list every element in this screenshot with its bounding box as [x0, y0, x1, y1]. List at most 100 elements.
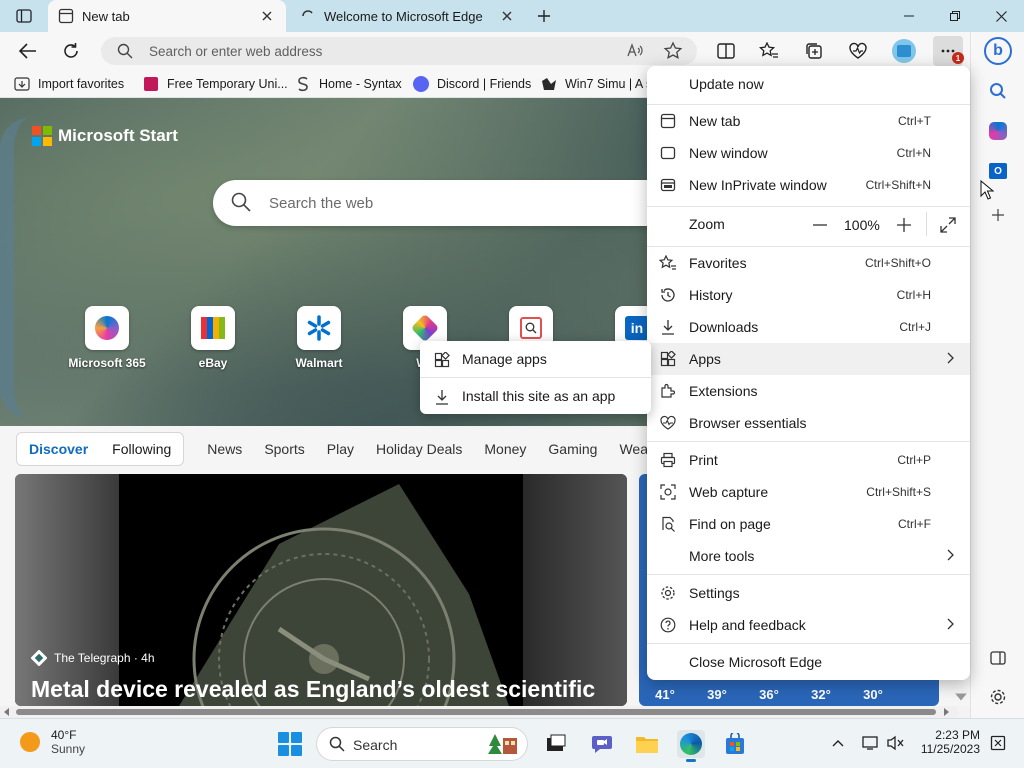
menu-print[interactable]: Print Ctrl+P — [647, 444, 970, 476]
sidebar-settings-button[interactable] — [983, 682, 1013, 712]
menu-downloads[interactable]: Downloads Ctrl+J — [647, 311, 970, 343]
tab-welcome-edge[interactable]: Welcome to Microsoft Edge — [290, 0, 526, 32]
restore-button[interactable] — [932, 0, 978, 32]
tab-gaming[interactable]: Gaming — [548, 441, 597, 457]
tab-close-button[interactable] — [498, 7, 516, 25]
refresh-button[interactable] — [56, 36, 86, 66]
tray-volume[interactable] — [886, 733, 906, 753]
submenu-manage-apps[interactable]: Manage apps — [420, 342, 651, 376]
syntax-icon — [295, 76, 311, 92]
taskbar-task-view[interactable] — [542, 730, 570, 758]
taskbar-weather[interactable]: 40°F Sunny — [20, 728, 85, 756]
tab-money[interactable]: Money — [484, 441, 526, 457]
store-icon — [726, 733, 744, 754]
menu-new-tab[interactable]: New tab Ctrl+T — [647, 105, 970, 137]
menu-history[interactable]: History Ctrl+H — [647, 279, 970, 311]
tray-network[interactable] — [861, 733, 881, 753]
fullscreen-button[interactable] — [937, 214, 959, 236]
favorite-free-temporary[interactable]: Free Temporary Uni... — [143, 74, 288, 94]
tile-microsoft-365[interactable]: Microsoft 365 — [67, 306, 147, 370]
tab-new-tab[interactable]: New tab — [48, 0, 286, 32]
chevron-right-icon — [947, 549, 954, 561]
star-add-icon[interactable] — [663, 41, 683, 61]
menu-favorites[interactable]: Favorites Ctrl+Shift+O — [647, 247, 970, 279]
menu-apps[interactable]: Apps — [647, 343, 970, 375]
menu-extensions[interactable]: Extensions — [647, 375, 970, 407]
split-screen-button[interactable] — [711, 36, 741, 66]
menu-help-and-feedback[interactable]: Help and feedback — [647, 609, 970, 641]
favorite-home-syntax[interactable]: Home - Syntax — [295, 74, 402, 94]
favorite-import[interactable]: Import favorites — [14, 74, 124, 94]
taskbar-chat[interactable] — [588, 730, 616, 758]
plus-icon — [992, 209, 1004, 221]
taskbar-search[interactable]: Search — [316, 727, 528, 761]
sidebar-hide-button[interactable] — [983, 643, 1013, 673]
minimize-button[interactable] — [886, 0, 932, 32]
tab-discover[interactable]: Discover — [17, 441, 100, 457]
tab-sports[interactable]: Sports — [264, 441, 304, 457]
avatar — [892, 39, 916, 63]
menu-settings[interactable]: Settings — [647, 577, 970, 609]
taskbar-clock[interactable]: 2:23 PM 11/25/2023 — [920, 728, 980, 756]
tab-following[interactable]: Following — [100, 441, 183, 457]
read-aloud-icon[interactable] — [626, 42, 644, 60]
start-button[interactable] — [278, 732, 302, 756]
zoom-in-button[interactable] — [893, 214, 915, 236]
taskbar-file-explorer[interactable] — [633, 730, 661, 758]
window-close-button[interactable] — [978, 0, 1024, 32]
menu-update-now[interactable]: Update now — [647, 68, 970, 100]
menu-find-on-page[interactable]: Find on page Ctrl+F — [647, 508, 970, 540]
profile-button[interactable] — [889, 36, 919, 66]
browser-essentials-button[interactable] — [843, 36, 873, 66]
menu-browser-essentials[interactable]: Browser essentials — [647, 407, 970, 439]
web-search-box[interactable]: Search the web — [213, 180, 683, 226]
favorite-win7-simu[interactable]: Win7 Simu | A s — [541, 74, 652, 94]
tab-actions-button[interactable] — [8, 6, 40, 26]
new-window-icon — [659, 144, 677, 162]
bing-copilot-button[interactable]: b — [983, 36, 1013, 66]
tab-weather[interactable]: Wea — [619, 441, 648, 457]
linkedin-logo: in — [625, 316, 649, 340]
tile-walmart[interactable]: Walmart — [279, 306, 359, 370]
favorite-discord[interactable]: Discord | Friends — [413, 74, 531, 94]
taskbar-edge[interactable] — [677, 730, 705, 762]
zoom-out-button[interactable] — [809, 214, 831, 236]
telegraph-icon — [30, 649, 48, 667]
submenu-install-site-as-app[interactable]: Install this site as an app — [420, 379, 651, 413]
scrollbar-thumb[interactable] — [16, 709, 936, 715]
scroll-down-arrow-icon[interactable] — [954, 690, 968, 704]
scroll-right-arrow-icon[interactable] — [942, 708, 950, 716]
notification-center-button[interactable] — [988, 733, 1008, 753]
menu-web-capture[interactable]: Web capture Ctrl+Shift+S — [647, 476, 970, 508]
sidebar-add-button[interactable] — [983, 200, 1013, 230]
menu-label: Apps — [689, 351, 721, 367]
submenu-label: Manage apps — [462, 351, 547, 367]
news-card[interactable]: The Telegraph · 4h Metal device revealed… — [15, 474, 627, 706]
favorites-button[interactable] — [754, 36, 784, 66]
menu-new-window[interactable]: New window Ctrl+N — [647, 137, 970, 169]
settings-and-more-button[interactable]: 1 — [933, 36, 964, 66]
address-bar[interactable]: Search or enter web address — [101, 37, 697, 65]
menu-close-edge[interactable]: Close Microsoft Edge — [647, 646, 970, 678]
menu-new-inprivate-window[interactable]: New InPrivate window Ctrl+Shift+N — [647, 169, 970, 201]
new-tab-button[interactable] — [532, 4, 556, 28]
horizontal-scrollbar[interactable] — [0, 706, 958, 718]
minus-icon — [813, 224, 827, 226]
menu-more-tools[interactable]: More tools — [647, 540, 970, 572]
back-button[interactable] — [13, 36, 43, 66]
tab-play[interactable]: Play — [327, 441, 354, 457]
sidebar-search-button[interactable] — [983, 76, 1013, 106]
sidebar-m365-button[interactable] — [983, 116, 1013, 146]
logo-red — [32, 126, 41, 135]
weather-temp: 40°F — [51, 728, 77, 742]
taskbar-store[interactable] — [721, 730, 749, 758]
favorite-label: Home - Syntax — [319, 77, 402, 91]
collections-button[interactable] — [799, 36, 829, 66]
tile-ebay[interactable]: eBay — [173, 306, 253, 370]
tab-news[interactable]: News — [207, 441, 242, 457]
tab-close-button[interactable] — [258, 7, 276, 25]
tab-holiday-deals[interactable]: Holiday Deals — [376, 441, 462, 457]
mouse-cursor-icon — [980, 180, 994, 200]
tray-overflow-button[interactable] — [828, 733, 848, 753]
scroll-left-arrow-icon[interactable] — [3, 708, 11, 716]
